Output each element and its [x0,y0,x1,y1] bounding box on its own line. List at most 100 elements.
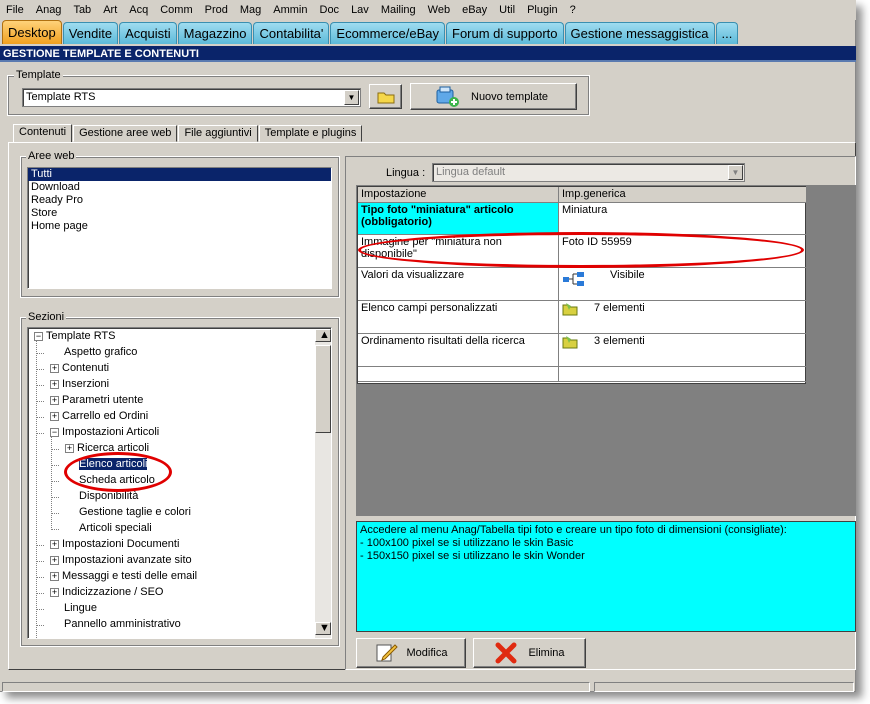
menu-item-util[interactable]: Util [499,4,515,16]
grid-row[interactable]: Ordinamento risultati della ricerca 3 ele… [358,334,806,367]
collapse-icon[interactable]: − [50,427,59,437]
elimina-button[interactable]: Elimina [473,638,586,668]
menu-item-doc[interactable]: Doc [320,4,340,16]
expand-icon[interactable]: + [50,363,59,373]
grid-cell-setting: Elenco campi personalizzati [361,302,498,314]
tab-forum-di-supporto[interactable]: Forum di supporto [446,22,564,44]
tree-item-label: Pannello amministrativo [64,618,181,630]
window-title: GESTIONE TEMPLATE E CONTENUTI [0,46,856,62]
menu-item-comm[interactable]: Comm [160,4,192,16]
folder-icon [377,92,394,103]
subtab-gestione-aree-web[interactable]: Gestione aree web [73,125,178,142]
tree-item[interactable]: + Contenuti [47,362,109,375]
tree-item[interactable]: + Parametri utente [47,394,143,407]
lingua-select[interactable]: Lingua default ▼ [432,163,745,182]
tree-item[interactable]: Aspetto grafico [47,346,137,359]
help-text-line: Accedere al menu Anag/Tabella tipi foto … [360,524,787,536]
menu-item-plugin[interactable]: Plugin [527,4,558,16]
tree-item-label: Parametri utente [62,394,144,406]
subtab-file-aggiuntivi[interactable]: File aggiuntivi [178,125,258,142]
tree-guide-line [51,449,59,462]
menu-item-tab[interactable]: Tab [73,4,91,16]
grid-row-empty[interactable] [358,367,806,382]
aree-web-item[interactable]: Home page [28,220,331,233]
grid-row[interactable]: Valori da visualizzare Visibile [358,268,806,301]
expand-icon[interactable]: + [50,411,59,421]
tree-root-label: Template RTS [46,330,116,342]
chevron-down-icon[interactable]: ▼ [344,90,359,105]
menu-item-file[interactable]: File [6,4,24,16]
settings-grid[interactable]: Impostazione Imp.generica Tipo foto "min… [357,186,806,384]
grid-row[interactable]: Tipo foto "miniatura" articolo (obbligat… [358,203,806,235]
expand-icon[interactable]: + [50,395,59,405]
aree-web-legend: Aree web [26,150,77,162]
tree-item[interactable]: Pannello amministrativo [47,618,181,631]
tree-item[interactable]: + Messaggi e testi delle email [47,570,197,583]
scroll-down-arrow-icon[interactable]: ▼ [315,622,331,635]
template-select[interactable]: Template RTS ▼ [22,88,361,107]
tree-item[interactable]: Articoli speciali [62,522,152,535]
tree-item[interactable]: Lingue [47,602,97,615]
aree-web-list[interactable]: Tutti Download Ready Pro Store Home page [27,167,332,289]
tab-contabilita[interactable]: Contabilita' [253,22,330,44]
expand-icon[interactable]: + [50,587,59,597]
tree-item[interactable]: Gestione taglie e colori [62,506,191,519]
grid-cell-value[interactable]: Visibile [559,268,806,300]
tab-vendite[interactable]: Vendite [62,22,119,44]
new-template-button[interactable]: Nuovo template [410,83,577,110]
tree-item[interactable]: + Impostazioni avanzate sito [47,554,192,567]
subtab-contenuti[interactable]: Contenuti [13,124,73,143]
expand-icon[interactable]: + [50,555,59,565]
tab-acquisti[interactable]: Acquisti [119,22,177,44]
tree-item-label: Carrello ed Ordini [62,410,149,422]
tree-item[interactable]: + Impostazioni Documenti [47,538,179,551]
expand-icon[interactable]: + [65,443,74,453]
menu-item-acq[interactable]: Acq [129,4,148,16]
menu-item-prod[interactable]: Prod [205,4,228,16]
chevron-down-icon[interactable]: ▼ [728,165,743,180]
menu-item-lav[interactable]: Lav [351,4,369,16]
tab-magazzino[interactable]: Magazzino [177,22,253,44]
tree-item[interactable]: + Carrello ed Ordini [47,410,148,423]
tree-scrollbar[interactable]: ▲ ▼ [315,329,331,638]
grid-cell-value[interactable]: Miniatura [559,203,806,234]
scroll-up-arrow-icon[interactable]: ▲ [315,329,331,342]
aree-web-item[interactable]: Tutti [28,168,331,181]
grid-cell-value[interactable]: 7 elementi [559,301,806,333]
tab-desktop[interactable]: Desktop [2,20,62,44]
grid-row[interactable]: Elenco campi personalizzati 7 elementi [358,301,806,334]
tab-gestione-messaggistica[interactable]: Gestione messaggistica [564,22,715,44]
menu-item-mailing[interactable]: Mailing [381,4,416,16]
modifica-button[interactable]: Modifica [356,638,466,668]
menu-item-anag[interactable]: Anag [36,4,62,16]
grid-cell-value[interactable]: 3 elementi [559,334,806,366]
grid-header-value: Imp.generica [562,188,626,200]
menu-item-web[interactable]: Web [428,4,450,16]
tree-guide-line [36,369,44,382]
tab-ecommerce-ebay[interactable]: Ecommerce/eBay [330,22,445,44]
tree-item[interactable]: + Inserzioni [47,378,109,391]
expand-icon[interactable]: + [50,539,59,549]
menu-item-[interactable]: ? [570,4,576,16]
aree-web-item[interactable]: Store [28,207,331,220]
scroll-thumb[interactable] [315,345,331,433]
expand-icon[interactable]: + [50,571,59,581]
aree-web-item[interactable]: Ready Pro [28,194,331,207]
tree-item[interactable]: + Indicizzazione / SEO [47,586,164,599]
menu-item-ammin[interactable]: Ammin [273,4,307,16]
tree-item[interactable]: − Impostazioni Articoli [47,426,159,439]
folder-icon [562,335,578,352]
tree-guide-line [36,593,44,606]
tree-root[interactable]: − Template RTS [31,330,116,343]
aree-web-item[interactable]: Download [28,181,331,194]
menu-item-ebay[interactable]: eBay [462,4,487,16]
open-folder-button[interactable] [369,84,402,109]
grid-column-divider [558,367,559,381]
menu-item-art[interactable]: Art [103,4,117,16]
expand-icon[interactable]: + [50,379,59,389]
menu-item-mag[interactable]: Mag [240,4,261,16]
subtab-template-e-plugins[interactable]: Template e plugins [258,125,363,142]
annotation-ellipse-tree [64,452,172,492]
tab-more[interactable]: ... [715,22,739,44]
tree-item[interactable]: Disponibilità [62,490,138,503]
